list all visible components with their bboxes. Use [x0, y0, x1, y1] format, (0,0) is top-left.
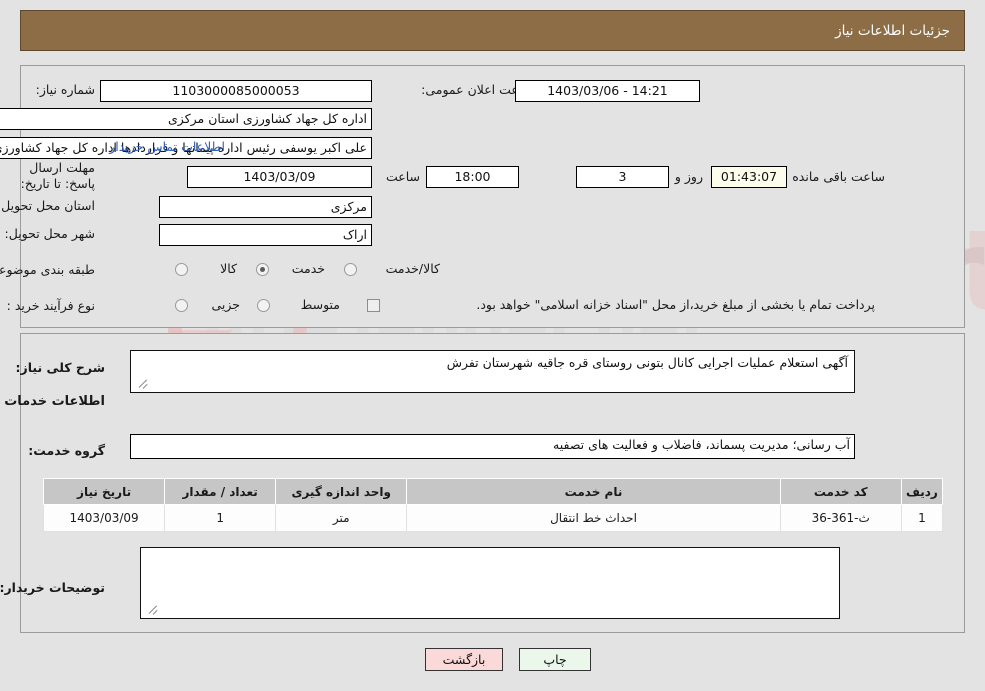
buyer-org-value: اداره کل جهاد کشاورزی استان مرکزی [0, 108, 372, 130]
deadline-label: مهلت ارسال پاسخ: تا تاریخ: [20, 160, 95, 191]
deadline-time-value: 18:00 [426, 166, 519, 188]
page-root: AriaTender .net AriaTender.net جزئیات اط… [0, 0, 985, 691]
treasury-bond-checkbox[interactable] [367, 299, 380, 312]
process-label: نوع فرآیند خرید : [6, 298, 95, 313]
table-row: 1 ث-361-36 احداث خط انتقال متر 1 1403/03… [42, 504, 944, 532]
column-header-service-code: کد خدمت [779, 478, 902, 505]
process-radio-jozei[interactable] [175, 299, 188, 312]
column-header-quantity: تعداد / مقدار [164, 478, 277, 505]
service-group-value: آب رسانی؛ مدیریت پسماند، فاضلاب و فعالیت… [130, 434, 855, 459]
cell-service-name: احداث خط انتقال [406, 504, 781, 532]
window-title-bar: جزئیات اطلاعات نیاز [20, 10, 965, 51]
buyer-contact-link[interactable]: اطلاعات تماس خریدار [109, 139, 225, 154]
deadline-date-value: 1403/03/09 [187, 166, 372, 188]
cell-service-code: ث-361-36 [779, 504, 902, 532]
category-radio-kala-khedmat[interactable] [344, 263, 357, 276]
days-label: روز و [674, 169, 703, 184]
delivery-province-value: مرکزی [159, 196, 372, 218]
service-group-label: گروه خدمت: [28, 443, 105, 458]
category-option-kala-khedmat-label: کالا/خدمت [385, 261, 440, 276]
category-option-kala-label: کالا [220, 261, 237, 276]
cell-radif: 1 [900, 504, 944, 532]
remaining-hours-label: ساعت باقی مانده [792, 169, 885, 184]
need-number-label: شماره نیاز: [35, 82, 95, 97]
cell-need-date: 1403/03/09 [42, 504, 166, 532]
buyer-notes-textarea[interactable] [140, 547, 840, 619]
column-header-service-name: نام خدمت [406, 478, 781, 505]
print-button[interactable]: چاپ [519, 648, 591, 671]
summary-label: شرح کلی نیاز: [15, 360, 105, 375]
announcement-value: 14:21 - 1403/03/06 [515, 80, 700, 102]
buyer-notes-label: توضیحات خریدار: [0, 580, 105, 595]
category-radio-khedmat[interactable] [256, 263, 269, 276]
delivery-city-value: اراک [159, 224, 372, 246]
cell-unit: متر [275, 504, 408, 532]
services-table: ردیف کد خدمت نام خدمت واحد اندازه گیری ت… [42, 478, 944, 532]
category-option-khedmat-label: خدمت [291, 261, 325, 276]
delivery-city-label: شهر محل تحویل: [4, 226, 95, 241]
column-header-radif: ردیف [900, 478, 944, 505]
column-header-need-date: تاریخ نیاز [42, 478, 166, 505]
process-option-motevaset-label: متوسط [300, 297, 340, 312]
cell-quantity: 1 [164, 504, 277, 532]
remaining-days-value: 3 [576, 166, 669, 188]
process-radio-motevaset[interactable] [257, 299, 270, 312]
column-header-unit: واحد اندازه گیری [275, 478, 408, 505]
countdown-value: 01:43:07 [711, 166, 787, 188]
services-section-title: اطلاعات خدمات مورد نیاز [0, 394, 105, 409]
category-label: طبقه بندی موضوعی: [0, 262, 95, 277]
treasury-bond-note: پرداخت تمام یا بخشی از مبلغ خرید،از محل … [476, 297, 875, 312]
summary-textarea[interactable]: آگهی استعلام عملیات اجرایی کانال بتونی ر… [130, 350, 855, 393]
page-title: جزئیات اطلاعات نیاز [835, 22, 950, 39]
process-option-jozei-label: جزیی [211, 297, 240, 312]
hour-label: ساعت [385, 169, 420, 184]
need-number-value: 1103000085000053 [100, 80, 372, 102]
delivery-province-label: استان محل تحویل: [0, 198, 95, 213]
back-button[interactable]: بازگشت [425, 648, 503, 671]
table-header-row: ردیف کد خدمت نام خدمت واحد اندازه گیری ت… [42, 478, 944, 505]
category-radio-kala[interactable] [175, 263, 188, 276]
